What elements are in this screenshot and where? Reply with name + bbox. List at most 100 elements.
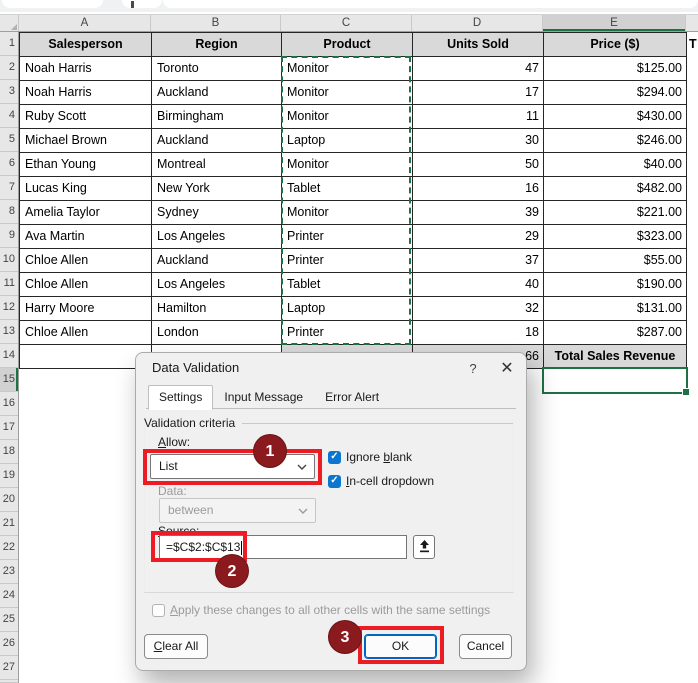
cell-C6[interactable]: Monitor — [282, 153, 413, 177]
source-input[interactable]: =$C$2:$C$13 — [159, 535, 407, 559]
row-header-14[interactable]: 14 — [0, 344, 18, 368]
cell-C12[interactable]: Laptop — [282, 297, 413, 321]
row-header-9[interactable]: 9 — [0, 224, 18, 248]
row-header-13[interactable]: 13 — [0, 320, 18, 344]
cell-B6[interactable]: Montreal — [152, 153, 282, 177]
cell-C8[interactable]: Monitor — [282, 201, 413, 225]
cell-A8[interactable]: Amelia Taylor — [20, 201, 152, 225]
cell-E13[interactable]: $287.00 — [544, 321, 687, 345]
cell-C3[interactable]: Monitor — [282, 81, 413, 105]
cell-A10[interactable]: Chloe Allen — [20, 249, 152, 273]
cell-C11[interactable]: Tablet — [282, 273, 413, 297]
cell-A13[interactable]: Chloe Allen — [20, 321, 152, 345]
row-header-19[interactable]: 19 — [0, 464, 18, 488]
row-header-26[interactable]: 26 — [0, 632, 18, 656]
clear-all-button[interactable]: Clear All — [144, 634, 208, 659]
collapse-dialog-button[interactable] — [413, 535, 435, 559]
cell-C5[interactable]: Laptop — [282, 129, 413, 153]
row-header-7[interactable]: 7 — [0, 176, 18, 200]
cell-D12[interactable]: 32 — [413, 297, 544, 321]
column-header-A[interactable]: A — [19, 15, 151, 31]
row-header-8[interactable]: 8 — [0, 200, 18, 224]
cell-C10[interactable]: Printer — [282, 249, 413, 273]
cell-E12[interactable]: $131.00 — [544, 297, 687, 321]
row-header-5[interactable]: 5 — [0, 128, 18, 152]
row-header-10[interactable]: 10 — [0, 248, 18, 272]
row-header-21[interactable]: 21 — [0, 512, 18, 536]
cell-B13[interactable]: London — [152, 321, 282, 345]
cell-C1[interactable]: Product — [282, 33, 413, 57]
cell-A2[interactable]: Noah Harris — [20, 57, 152, 81]
cell-C2[interactable]: Monitor — [282, 57, 413, 81]
cell-A1[interactable]: Salesperson — [20, 33, 152, 57]
ok-button[interactable]: OK — [364, 634, 437, 659]
incell-dropdown-checkbox[interactable]: ✓ — [328, 475, 341, 488]
row-header-24[interactable]: 24 — [0, 584, 18, 608]
cell-E9[interactable]: $323.00 — [544, 225, 687, 249]
row-header-18[interactable]: 18 — [0, 440, 18, 464]
cell-B10[interactable]: Auckland — [152, 249, 282, 273]
column-header-E[interactable]: E — [543, 15, 686, 31]
cell-D8[interactable]: 39 — [413, 201, 544, 225]
cell-D3[interactable]: 17 — [413, 81, 544, 105]
cell-D1[interactable]: Units Sold — [413, 33, 544, 57]
cell-B8[interactable]: Sydney — [152, 201, 282, 225]
cell-B12[interactable]: Hamilton — [152, 297, 282, 321]
cell-A14[interactable] — [20, 345, 152, 369]
row-header-6[interactable]: 6 — [0, 152, 18, 176]
allow-combobox[interactable]: List — [150, 454, 315, 479]
cell-D7[interactable]: 16 — [413, 177, 544, 201]
cell-B11[interactable]: Los Angeles — [152, 273, 282, 297]
row-header-11[interactable]: 11 — [0, 272, 18, 296]
cell-D11[interactable]: 40 — [413, 273, 544, 297]
column-header-D[interactable]: D — [412, 15, 543, 31]
cell-B9[interactable]: Los Angeles — [152, 225, 282, 249]
cell-C9[interactable]: Printer — [282, 225, 413, 249]
cell-C4[interactable]: Monitor — [282, 105, 413, 129]
cell-C13[interactable]: Printer — [282, 321, 413, 345]
name-box[interactable] — [2, 0, 103, 8]
row-header-27[interactable]: 27 — [0, 656, 18, 680]
cell-B2[interactable]: Toronto — [152, 57, 282, 81]
cell-A5[interactable]: Michael Brown — [20, 129, 152, 153]
cell-E7[interactable]: $482.00 — [544, 177, 687, 201]
cell-D4[interactable]: 11 — [413, 105, 544, 129]
cell-E1[interactable]: Price ($) — [544, 33, 687, 57]
row-header-2[interactable]: 2 — [0, 56, 18, 80]
row-header-3[interactable]: 3 — [0, 80, 18, 104]
cell-A7[interactable]: Lucas King — [20, 177, 152, 201]
cell-D5[interactable]: 30 — [413, 129, 544, 153]
cell-E8[interactable]: $221.00 — [544, 201, 687, 225]
cell-D10[interactable]: 37 — [413, 249, 544, 273]
close-icon[interactable]: ✕ — [496, 358, 518, 378]
column-header-partial[interactable] — [686, 15, 698, 31]
cell-E14[interactable]: Total Sales Revenue — [544, 345, 687, 369]
cell-A9[interactable]: Ava Martin — [20, 225, 152, 249]
row-header-22[interactable]: 22 — [0, 536, 18, 560]
tab-error-alert[interactable]: Error Alert — [314, 385, 390, 409]
cell-E6[interactable]: $40.00 — [544, 153, 687, 177]
row-header-23[interactable]: 23 — [0, 560, 18, 584]
cell-D13[interactable]: 18 — [413, 321, 544, 345]
cell-E2[interactable]: $125.00 — [544, 57, 687, 81]
cell-E4[interactable]: $430.00 — [544, 105, 687, 129]
ignore-blank-checkbox[interactable]: ✓ — [328, 451, 341, 464]
cell-D9[interactable]: 29 — [413, 225, 544, 249]
row-header-12[interactable]: 12 — [0, 296, 18, 320]
cell-B7[interactable]: New York — [152, 177, 282, 201]
cell-E5[interactable]: $246.00 — [544, 129, 687, 153]
cell-B1[interactable]: Region — [152, 33, 282, 57]
row-header-25[interactable]: 25 — [0, 608, 18, 632]
cell-B3[interactable]: Auckland — [152, 81, 282, 105]
row-header-4[interactable]: 4 — [0, 104, 18, 128]
tab-input-message[interactable]: Input Message — [213, 385, 314, 409]
cell-A3[interactable]: Noah Harris — [20, 81, 152, 105]
row-header-20[interactable]: 20 — [0, 488, 18, 512]
tab-settings[interactable]: Settings — [148, 385, 214, 410]
selected-cell-outline[interactable] — [542, 367, 690, 396]
cell-A11[interactable]: Chloe Allen — [20, 273, 152, 297]
help-icon[interactable]: ? — [464, 361, 482, 376]
cell-D6[interactable]: 50 — [413, 153, 544, 177]
formula-bar[interactable] — [163, 0, 698, 8]
cell-E3[interactable]: $294.00 — [544, 81, 687, 105]
